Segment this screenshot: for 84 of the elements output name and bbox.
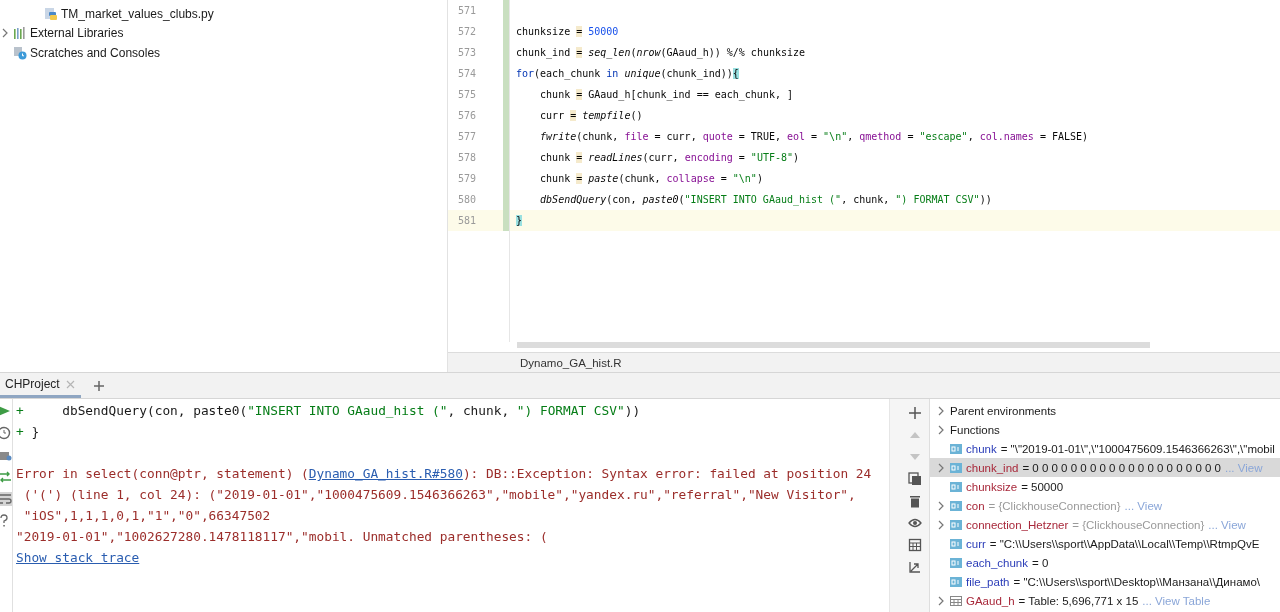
value-icon xyxy=(950,443,962,454)
line-number: 580 xyxy=(457,193,478,207)
variable-name: each_chunk xyxy=(966,556,1029,569)
variable-value: = "C:\\Users\\sport\\AppData\\Local\\Temp\\RtmpQvE xyxy=(989,537,1260,550)
variable-value: = 0 xyxy=(1032,556,1049,569)
libraries-icon xyxy=(13,26,27,41)
variable-row[interactable]: chunk_ind = 0 0 0 0 0 0 0 0 0 0 0 0 0 0 0 0 0 0 0 0 ... View xyxy=(930,458,1280,477)
value-icon xyxy=(950,538,962,549)
variable-value: = {ClickhouseConnection} xyxy=(1072,518,1205,531)
line-number: 574 xyxy=(457,67,478,81)
clock-icon[interactable] xyxy=(0,426,12,440)
line-number: 575 xyxy=(457,88,478,102)
code-line: fwrite(chunk, file = curr, quote = TRUE, eol = "\n", qmethod = "escape", col.names = FALSE) xyxy=(539,130,1090,144)
variable-value: = {ClickhouseConnection} xyxy=(988,499,1121,512)
line-number: 573 xyxy=(457,46,478,60)
value-icon xyxy=(950,519,962,530)
variable-name: file_path xyxy=(966,575,1010,588)
variable-row[interactable]: each_chunk = 0 xyxy=(930,553,1280,572)
line-number: 581 xyxy=(448,210,503,231)
copy-icon[interactable] xyxy=(907,472,922,486)
variable-row[interactable]: GAaud_h = Table: 5,696,771 x 15 ... View Table xyxy=(930,591,1280,610)
code-line: chunk_ind = seq_len(nrow(GAaud_h)) %/% chunksize xyxy=(515,46,807,61)
variable-value: = "\"2019-01-01\",\"1000475609.1546366263\",\"mobil xyxy=(1000,442,1275,455)
variable-name: chunk_ind xyxy=(966,461,1019,474)
run-icon[interactable] xyxy=(0,404,12,418)
stack-trace-link[interactable]: Show stack trace xyxy=(16,550,140,565)
add-icon[interactable] xyxy=(92,379,105,392)
line-number: 572 xyxy=(457,25,478,39)
variable-value: = Table: 5,696,771 x 15 xyxy=(1018,594,1139,607)
group-label: Functions xyxy=(950,423,1000,436)
line-number: 576 xyxy=(457,109,478,123)
variable-row[interactable]: chunk = "\"2019-01-01\",\"1000475609.1546366263\",\"mobil xyxy=(930,439,1280,458)
soft-wrap-icon[interactable] xyxy=(0,492,12,506)
console-input-line: + } xyxy=(16,423,41,441)
variable-name: GAaud_h xyxy=(966,594,1015,607)
eye-icon[interactable] xyxy=(907,516,922,530)
variable-row[interactable]: con = {ClickhouseConnection} ... View xyxy=(930,496,1280,515)
value-icon xyxy=(950,481,962,492)
code-line: chunk = paste(chunk, collapse = "\n") xyxy=(539,172,764,186)
code-line: curr = tempfile() xyxy=(539,109,644,123)
value-icon xyxy=(950,576,962,587)
trash-icon[interactable] xyxy=(907,494,922,508)
variable-name: curr xyxy=(966,537,986,550)
variable-name: chunk xyxy=(966,442,997,455)
code-line: for(each_chunk in unique(chunk_ind)){ xyxy=(515,67,740,82)
tree-item[interactable]: Scratches and Consoles xyxy=(30,45,161,60)
variable-row[interactable]: file_path = "C:\\Users\\sport\\Desktop\\Манзана\\Динамо\ xyxy=(930,572,1280,591)
calculator-icon[interactable] xyxy=(907,538,922,552)
variable-name: chunksize xyxy=(966,480,1018,493)
console-tab[interactable]: CHProject xyxy=(0,373,81,398)
variable-value: = "C:\\Users\\sport\\Desktop\\Манзана\\Динамо\ xyxy=(1013,575,1261,588)
variable-name: con xyxy=(966,499,985,512)
variable-row[interactable]: Parent environments xyxy=(930,401,1280,420)
variable-row[interactable]: Functions xyxy=(930,420,1280,439)
line-number: 571 xyxy=(457,4,478,18)
variable-value: = 50000 xyxy=(1021,480,1064,493)
value-icon xyxy=(950,557,962,568)
value-icon xyxy=(950,500,962,511)
python-file-icon xyxy=(44,6,58,21)
code-line: chunksize = 50000 xyxy=(515,25,620,39)
code-line: dbSendQuery(con, paste0("INSERT INTO GAaud_hist (", chunk, ") FORMAT CSV")) xyxy=(539,193,993,208)
console-input-line: + dbSendQuery(con, paste0("INSERT INTO GAaud_hist (", chunk, ") FORMAT CSV")) xyxy=(16,402,642,420)
scrollbar[interactable] xyxy=(517,342,1150,348)
variable-row[interactable]: chunksize = 50000 xyxy=(930,477,1280,496)
code-line: chunk = readLines(curr, encoding = "UTF-8") xyxy=(539,151,801,165)
scratches-icon xyxy=(13,45,27,60)
line-number: 577 xyxy=(457,130,478,144)
variable-name: connection_Hetzner xyxy=(966,518,1069,531)
variable-row[interactable]: connection_Hetzner = {ClickhouseConnection} ... View xyxy=(930,515,1280,534)
tree-item[interactable]: TM_market_values_clubs.py xyxy=(61,6,214,21)
code-line: chunk = GAaud_h[chunk_ind == each_chunk, ] xyxy=(539,88,794,103)
tree-item[interactable]: External Libraries xyxy=(30,26,124,41)
value-icon xyxy=(950,462,962,473)
variable-row[interactable]: curr = "C:\\Users\\sport\\AppData\\Local\\Temp\\RtmpQvE xyxy=(930,534,1280,553)
table-icon xyxy=(950,595,962,606)
swap-icon[interactable] xyxy=(0,470,12,484)
variable-value: = 0 0 0 0 0 0 0 0 0 0 0 0 0 0 0 0 0 0 0 0 xyxy=(1022,461,1221,474)
breadcrumb[interactable]: Dynamo_GA_hist.R xyxy=(520,357,622,369)
line-number: 578 xyxy=(457,151,478,165)
group-label: Parent environments xyxy=(950,404,1057,417)
error-message: Error in select(conn@ptr, statement) (Dynamo_GA_hist.R#580): DB::Exception: Syntax error: failed at position 24 ('(') (line 1, col 24): ("2019-01-01","1000475609.1546366263","mobile","yandex.ru","referral","New Visitor", "iOS",1,1,1,0,1,"1","0",66347502 "2019-01-01","1002627280.1478118117","mobil. Unmatched parentheses: ( xyxy=(16,465,873,546)
add-icon[interactable] xyxy=(907,406,922,420)
line-number: 579 xyxy=(457,172,478,186)
source-link[interactable]: Dynamo_GA_hist.R#580 xyxy=(308,466,463,481)
